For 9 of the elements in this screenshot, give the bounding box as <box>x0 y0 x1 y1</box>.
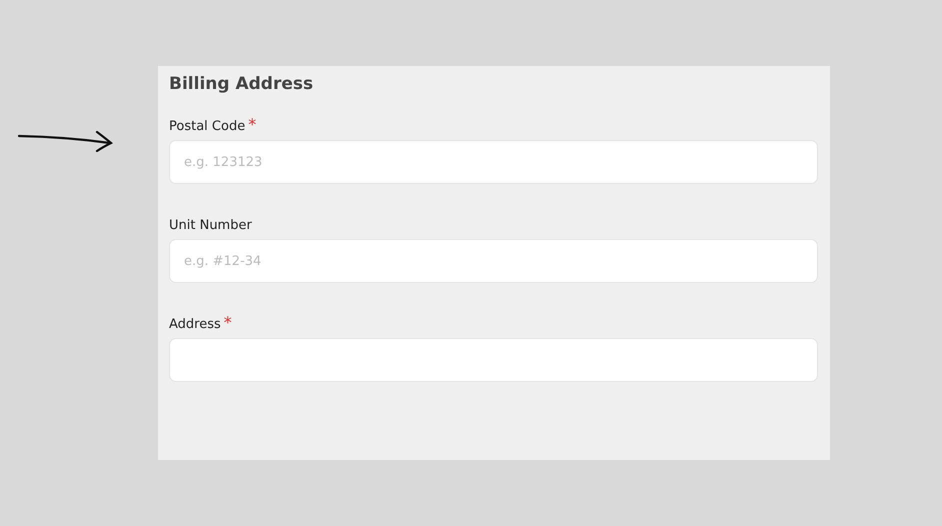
field-label: Unit Number <box>169 217 252 235</box>
field-label: Postal Code <box>169 118 246 136</box>
required-mark: * <box>224 316 232 330</box>
section-title: Billing Address <box>169 74 314 94</box>
field-label: Address <box>169 316 221 334</box>
input-field[interactable]: e.g. 123123 <box>169 140 818 184</box>
required-mark: * <box>248 118 256 132</box>
input-field[interactable]: e.g. #12-34 <box>169 239 818 283</box>
input-field[interactable] <box>169 338 818 382</box>
